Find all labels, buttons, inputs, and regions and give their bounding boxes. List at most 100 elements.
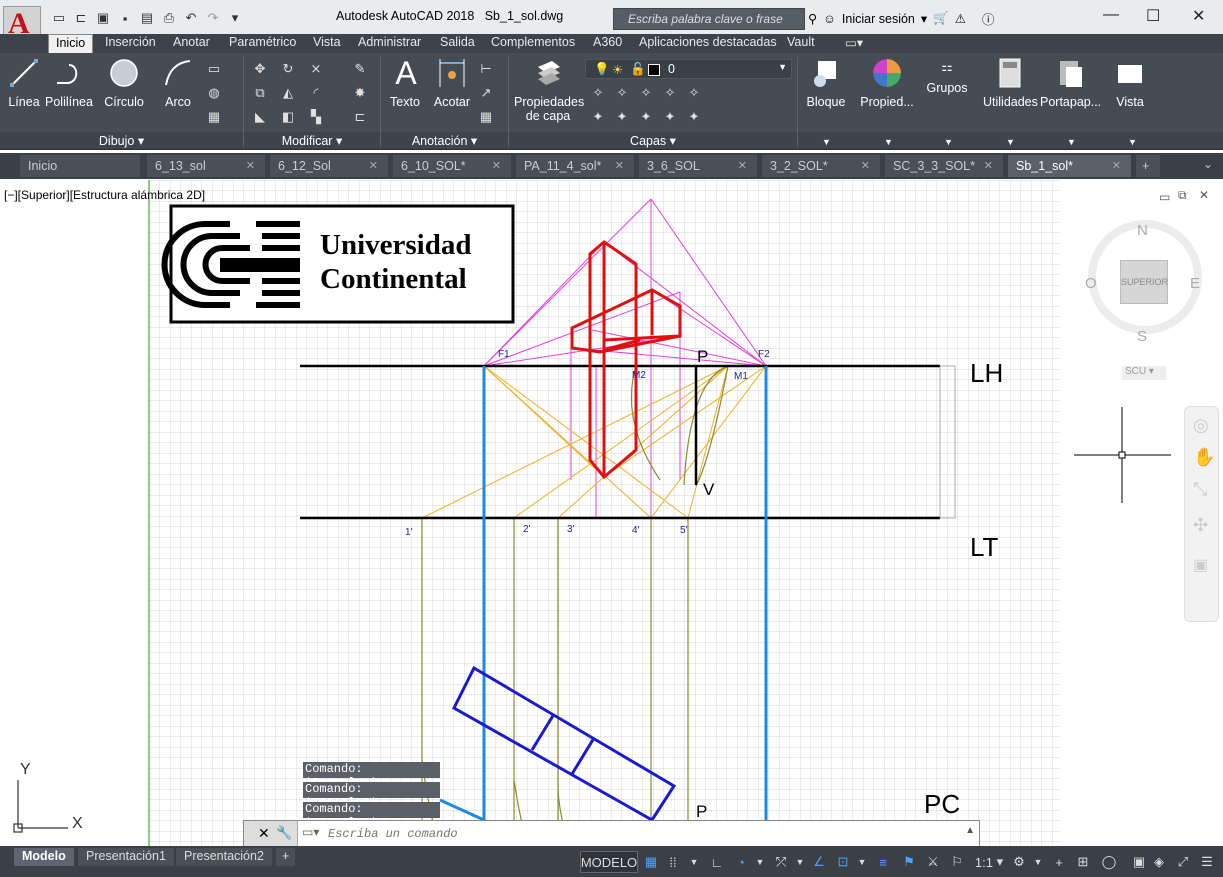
isodraft-icon[interactable]: ⤱ [772, 851, 790, 873]
help-icon[interactable]: ⓘ [982, 9, 995, 28]
clipboard-arrow-icon[interactable]: ▼ [1067, 137, 1076, 147]
plot-icon[interactable]: ⎙ [160, 10, 178, 26]
command-history-toggle-icon[interactable]: ▲ [965, 825, 975, 836]
object-snap-icon[interactable]: ⊡ [834, 851, 852, 873]
tab-overflow-icon[interactable]: ⌄ [1203, 157, 1213, 171]
text-button[interactable]: A Texto [388, 55, 422, 110]
close-icon[interactable]: ✕ [246, 159, 255, 172]
layer-tool-8-icon[interactable]: ✦ [638, 109, 654, 125]
open-file-icon[interactable]: ⊏ [72, 10, 90, 26]
fillet-icon[interactable]: ◜ [308, 85, 324, 101]
ucs-menu[interactable]: SCU ▾ [1122, 366, 1166, 380]
layer-dropdown[interactable]: 💡 ☀ 🔓 0 ▼ [585, 59, 792, 79]
tab-vista[interactable]: Vista [313, 34, 341, 53]
viewcube-face[interactable]: SUPERIOR [1120, 260, 1168, 304]
copy-icon[interactable]: ⧉ [252, 85, 268, 101]
isolate-objects-icon[interactable]: ◈ [1150, 851, 1168, 873]
ortho-icon[interactable]: ∟ [708, 851, 726, 873]
qat-dropdown-icon[interactable]: ▾ [226, 10, 244, 26]
annotation-monitor-icon[interactable]: + [1050, 851, 1068, 873]
workspace-gear-icon[interactable]: ⚙ [1010, 851, 1028, 873]
layer-tool-5-icon[interactable]: ✧ [686, 85, 702, 101]
binoculars-icon[interactable]: ⚲ [808, 11, 817, 26]
scale-icon[interactable]: ◧ [280, 109, 296, 125]
close-icon[interactable]: ✕ [1112, 159, 1121, 172]
close-icon[interactable]: ✕ [1192, 6, 1205, 26]
cart-icon[interactable]: 🛒 [933, 11, 949, 26]
close-icon[interactable]: ✕ [861, 159, 870, 172]
viewport-close-icon[interactable]: ✕ [1199, 188, 1209, 202]
doc-tab[interactable]: 3_2_SOL* ✕ [762, 155, 880, 177]
doc-tab[interactable]: Inicio [20, 155, 140, 177]
close-command-line-icon[interactable]: ✕ [258, 825, 270, 842]
rectangle-icon[interactable]: ▭ [206, 61, 222, 77]
mirror-icon[interactable]: ◭ [280, 85, 296, 101]
signin-dropdown-icon[interactable]: ▾ [921, 11, 927, 26]
rotate-icon[interactable]: ↻ [280, 61, 296, 77]
close-icon[interactable]: ✕ [492, 159, 501, 172]
layer-tool-2-icon[interactable]: ✧ [614, 85, 630, 101]
model-space-button[interactable]: MODELO [580, 851, 638, 873]
layer-tool-10-icon[interactable]: ✦ [686, 109, 702, 125]
drawing-area[interactable]: F1 F2 P M2 M1 V LH LT PC P 1' 2' 3' 4' 5… [0, 180, 1223, 846]
save-icon[interactable]: ▪ [116, 10, 134, 26]
compass-east[interactable]: E [1190, 275, 1200, 292]
showmotion-icon[interactable]: ▣ [1193, 555, 1208, 575]
clean-screen-icon[interactable]: ⤢ [1174, 851, 1192, 873]
redo-icon[interactable]: ↷ [204, 10, 222, 26]
snap-icon[interactable]: ⁞⁞ [664, 851, 682, 873]
tab-vault[interactable]: Vault [787, 34, 815, 53]
polar-icon[interactable]: ◔ [732, 851, 750, 873]
customization-menu-icon[interactable]: ☰ [1198, 851, 1216, 873]
snap-dropdown-icon[interactable]: ▼ [688, 851, 700, 873]
new-tab-button[interactable]: + [1136, 155, 1160, 177]
compass-north[interactable]: N [1137, 222, 1148, 239]
tab-salida[interactable]: Salida [440, 34, 475, 53]
workspace-dropdown-icon[interactable]: ▼ [1032, 851, 1044, 873]
utilities-button[interactable]: Utilidades [983, 55, 1038, 109]
tab-anotar[interactable]: Anotar [173, 34, 210, 53]
doc-tab[interactable]: 6_13_sol ✕ [147, 155, 265, 177]
layout-tab-1[interactable]: Presentación1 [78, 848, 174, 866]
annotation-visibility-icon[interactable]: ⚑ [900, 851, 918, 873]
layer-tool-9-icon[interactable]: ✦ [662, 109, 678, 125]
view-button[interactable]: Vista [1110, 55, 1150, 109]
tab-a360[interactable]: A360 [593, 34, 622, 53]
layout-tab-2[interactable]: Presentación2 [176, 848, 272, 866]
lineweight-icon[interactable]: ≡ [874, 851, 892, 873]
linear-dim-icon[interactable]: ⊢ [478, 61, 494, 77]
save-as-icon[interactable]: ▤ [138, 10, 156, 26]
close-icon[interactable]: ✕ [738, 159, 747, 172]
offset-icon[interactable]: ⊏ [352, 109, 368, 125]
isodraft-dropdown-icon[interactable]: ▼ [794, 851, 806, 873]
doc-tab[interactable]: 6_12_Sol ✕ [270, 155, 388, 177]
hardware-acceleration-icon[interactable]: ▣ [1128, 851, 1150, 873]
viewport-minimize-icon[interactable]: ▭ [1159, 190, 1170, 204]
save-web-icon[interactable]: ▣ [94, 10, 112, 26]
groups-button[interactable]: ⚏ Grupos [925, 55, 969, 96]
grid-icon[interactable]: ▦ [642, 851, 660, 873]
tab-aplicaciones[interactable]: Aplicaciones destacadas [639, 34, 777, 53]
polyline-button[interactable]: Polilínea [44, 55, 94, 109]
tab-administrar[interactable]: Administrar [358, 34, 421, 53]
doc-tab-active[interactable]: Sb_1_sol* ✕ [1008, 155, 1131, 177]
array-icon[interactable]: ▚ [308, 109, 324, 125]
steering-wheel-icon[interactable]: ◎ [1193, 415, 1209, 436]
units-icon[interactable]: ⊞ [1074, 851, 1092, 873]
groups-arrow-icon[interactable]: ▼ [944, 137, 953, 147]
panel-title-capas[interactable]: Capas ▾ [509, 132, 797, 149]
signin-button[interactable]: Iniciar sesión [842, 12, 915, 26]
circle-button[interactable]: Círculo [102, 55, 146, 109]
annotation-scale-icon[interactable]: ⚐ [948, 851, 966, 873]
tab-insercion[interactable]: Inserción [105, 34, 156, 53]
pan-icon[interactable]: ✋ [1193, 447, 1215, 468]
orbit-icon[interactable]: ✣ [1193, 515, 1208, 536]
add-layout-button[interactable]: + [276, 848, 296, 866]
object-snap-tracking-icon[interactable]: ∠ [810, 851, 828, 873]
panel-title-anotacion[interactable]: Anotación ▾ [381, 132, 508, 149]
close-icon[interactable]: ✕ [984, 159, 993, 172]
table-icon[interactable]: ▦ [478, 109, 494, 125]
minimize-icon[interactable]: — [1103, 6, 1119, 24]
properties-button[interactable]: Propied... [860, 55, 914, 109]
layer-tool-1-icon[interactable]: ✧ [590, 85, 606, 101]
